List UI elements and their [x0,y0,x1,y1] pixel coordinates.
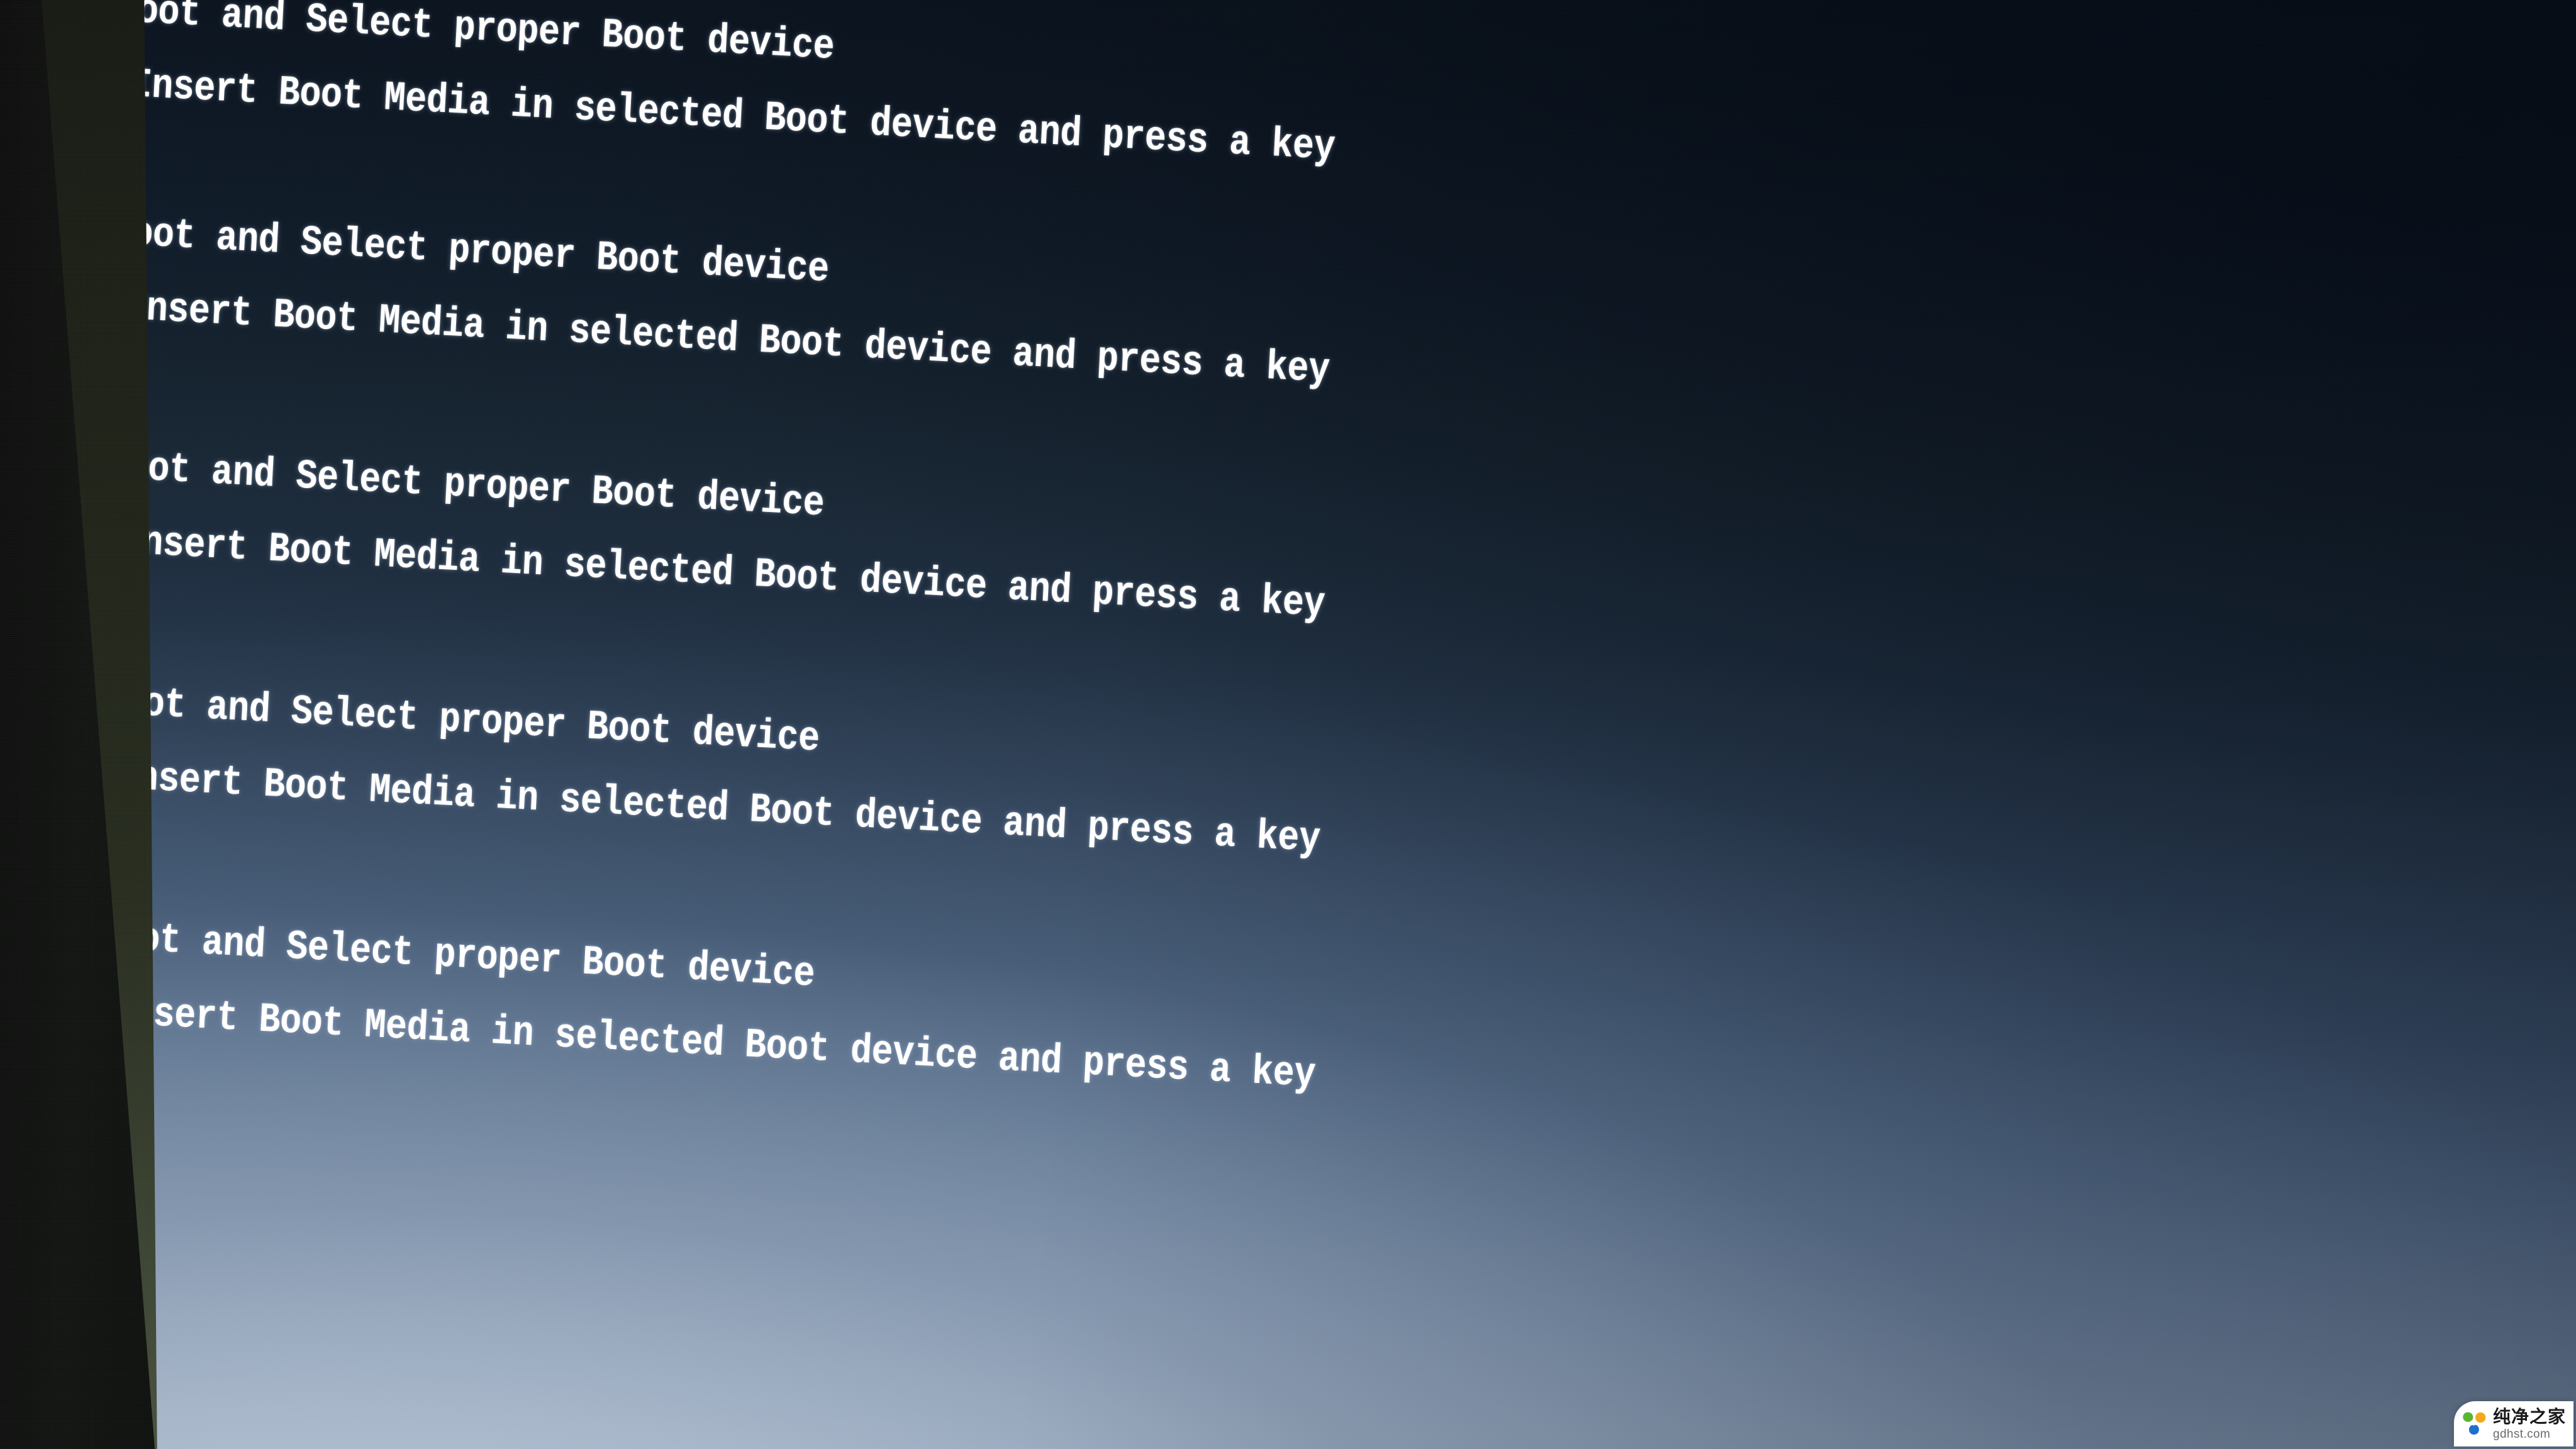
brand-text: 纯净之家 gdhst.com [2492,1406,2566,1441]
screen-vignette [144,0,2576,1449]
monitor-screen: Reboot and Select proper Boot device or … [144,0,2576,1449]
brand-name-cn: 纯净之家 [2492,1406,2566,1427]
brand-logo-icon [2462,1411,2488,1437]
site-watermark: 纯净之家 gdhst.com [2453,1401,2573,1446]
brand-url: gdhst.com [2492,1427,2551,1441]
monitor-photo: Reboot and Select proper Boot device or … [0,0,2576,1449]
